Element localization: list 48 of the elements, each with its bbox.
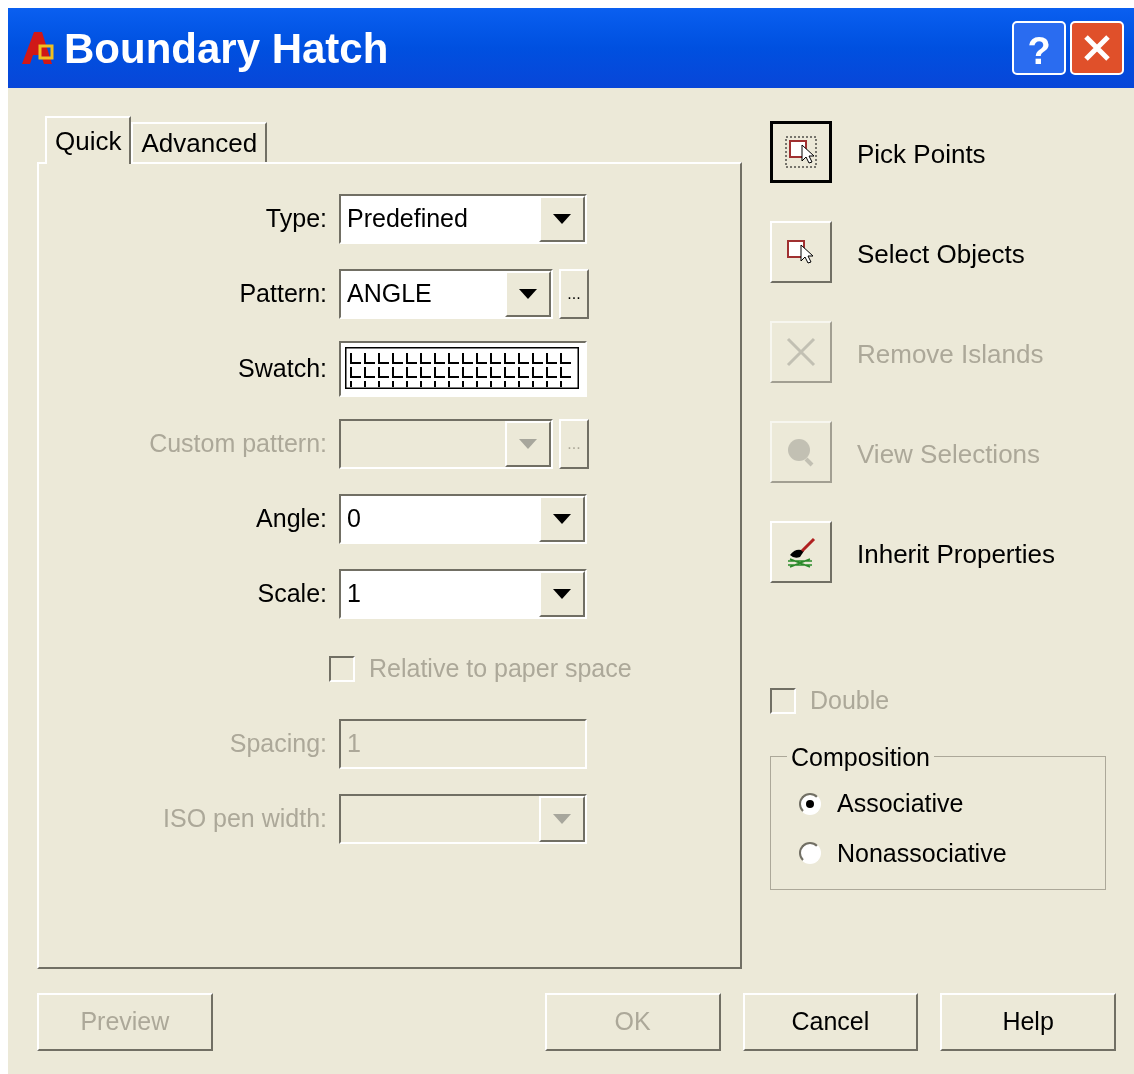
action-label: Inherit Properties bbox=[857, 538, 1055, 571]
caret-icon bbox=[553, 214, 571, 224]
action-label: View Selections bbox=[857, 438, 1041, 471]
window-title: Boundary Hatch bbox=[64, 23, 389, 74]
dropdown-button[interactable] bbox=[539, 196, 585, 242]
radio-button[interactable] bbox=[799, 842, 821, 865]
dropdown-field[interactable]: 1 bbox=[339, 569, 587, 619]
dropdown-field[interactable]: 0 bbox=[339, 494, 587, 544]
field-label: Type: bbox=[264, 203, 328, 235]
field-label: Spacing: bbox=[228, 728, 328, 760]
browse-button[interactable]: ... bbox=[559, 269, 589, 319]
action-label: Pick Points bbox=[857, 138, 986, 171]
field-label: Swatch: bbox=[237, 353, 328, 385]
dropdown-field[interactable]: Predefined bbox=[339, 194, 587, 244]
action-label: Remove Islands bbox=[857, 338, 1044, 371]
tab[interactable]: Advanced bbox=[131, 122, 268, 162]
checkbox-label: Relative to paper space bbox=[369, 653, 632, 685]
field-label: ISO pen width: bbox=[162, 803, 328, 835]
dropdown-button[interactable] bbox=[539, 571, 585, 617]
dropdown-field[interactable] bbox=[339, 794, 587, 844]
caret-icon bbox=[553, 514, 571, 524]
cross-icon bbox=[784, 335, 818, 369]
close-button[interactable] bbox=[1070, 21, 1124, 75]
field-label: Angle: bbox=[255, 503, 328, 535]
field-label: Pattern: bbox=[238, 278, 328, 310]
swatch-preview[interactable] bbox=[339, 341, 587, 397]
radio-label: Nonassociative bbox=[837, 837, 1007, 869]
tab[interactable]: Quick bbox=[45, 116, 132, 164]
caret-icon bbox=[553, 589, 571, 599]
dropdown-field[interactable] bbox=[339, 419, 553, 469]
radio-button[interactable] bbox=[799, 792, 821, 815]
action-label: Select Objects bbox=[857, 238, 1025, 271]
field-label: Custom pattern: bbox=[148, 428, 328, 460]
caret-icon bbox=[519, 289, 537, 299]
help-button[interactable]: ? bbox=[1012, 21, 1066, 75]
caret-icon bbox=[519, 439, 537, 449]
close-icon bbox=[1082, 33, 1112, 63]
radio-label: Associative bbox=[837, 788, 964, 819]
dropdown-button[interactable] bbox=[505, 271, 551, 317]
caret-icon bbox=[553, 814, 571, 824]
pick-points-icon bbox=[784, 135, 818, 169]
dropdown-field[interactable]: ANGLE bbox=[339, 269, 553, 319]
dropdown-button[interactable] bbox=[539, 496, 585, 542]
checkbox-label: Double bbox=[810, 685, 890, 717]
action-button[interactable] bbox=[770, 121, 832, 183]
field-label: Scale: bbox=[256, 578, 328, 610]
dialog-button[interactable]: Cancel bbox=[742, 993, 919, 1051]
dialog-button[interactable]: Help bbox=[940, 993, 1116, 1051]
